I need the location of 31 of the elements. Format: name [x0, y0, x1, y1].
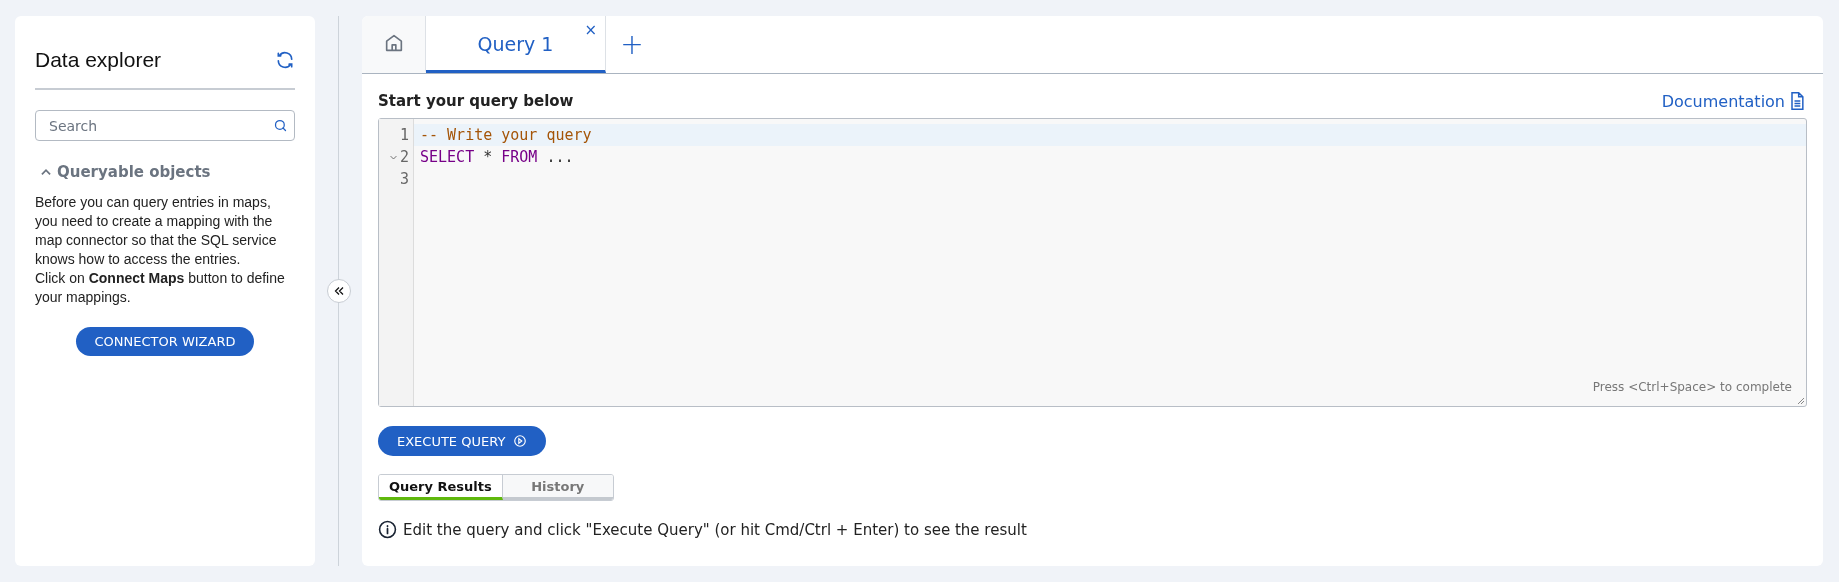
close-icon[interactable]: ×	[584, 21, 597, 39]
help-text: Before you can query entries in maps, you need to create a mapping with the map connector so that the SQL service knows how to access the entries.	[35, 193, 278, 269]
code-line: SELECT * FROM ...	[420, 148, 574, 166]
section-title: Start your query below	[378, 92, 574, 110]
home-tab[interactable]	[362, 16, 426, 73]
result-tab[interactable]: Query Results	[379, 475, 503, 500]
execute-query-button[interactable]: EXECUTE QUERY	[378, 426, 547, 456]
play-icon	[513, 434, 528, 448]
refresh-icon[interactable]	[275, 50, 295, 70]
code-editor[interactable]: 1 2 3 -- Write your query SELECT * FROM ... Press <Ctrl+Space> to complete	[378, 118, 1807, 407]
result-tab[interactable]: History	[502, 475, 613, 500]
search-field[interactable]: Search	[35, 110, 295, 141]
line-number: 1	[399, 126, 409, 144]
collapse-button[interactable]	[326, 279, 351, 303]
line-number: 2	[399, 148, 409, 166]
documentation-link[interactable]: Documentation	[1661, 90, 1807, 112]
search-icon	[273, 118, 288, 133]
connector-wizard-button[interactable]: CONNECTOR WIZARD	[75, 327, 255, 356]
info-icon	[378, 520, 397, 539]
autocomplete-hint: Press <Ctrl+Space> to complete	[1592, 380, 1792, 394]
section-header[interactable]: Queryable objects	[35, 163, 215, 181]
resize-handle-icon[interactable]	[1797, 397, 1805, 405]
double-chevron-icon	[332, 285, 345, 297]
add-tab-button[interactable]: +	[606, 16, 658, 73]
info-message: Edit the query and click "Execute Query" (or hit Cmd/Ctrl + Enter) to see the result	[403, 520, 1027, 539]
code-line: -- Write your query	[420, 126, 592, 144]
help-text: Click on Connect Maps button to define your mappings.	[35, 269, 286, 307]
query-tab[interactable]: Query 1 ×	[426, 16, 606, 73]
line-number: 3	[399, 170, 409, 188]
search-input[interactable]: Search	[47, 116, 273, 135]
panel-title: Data explorer	[35, 48, 162, 72]
